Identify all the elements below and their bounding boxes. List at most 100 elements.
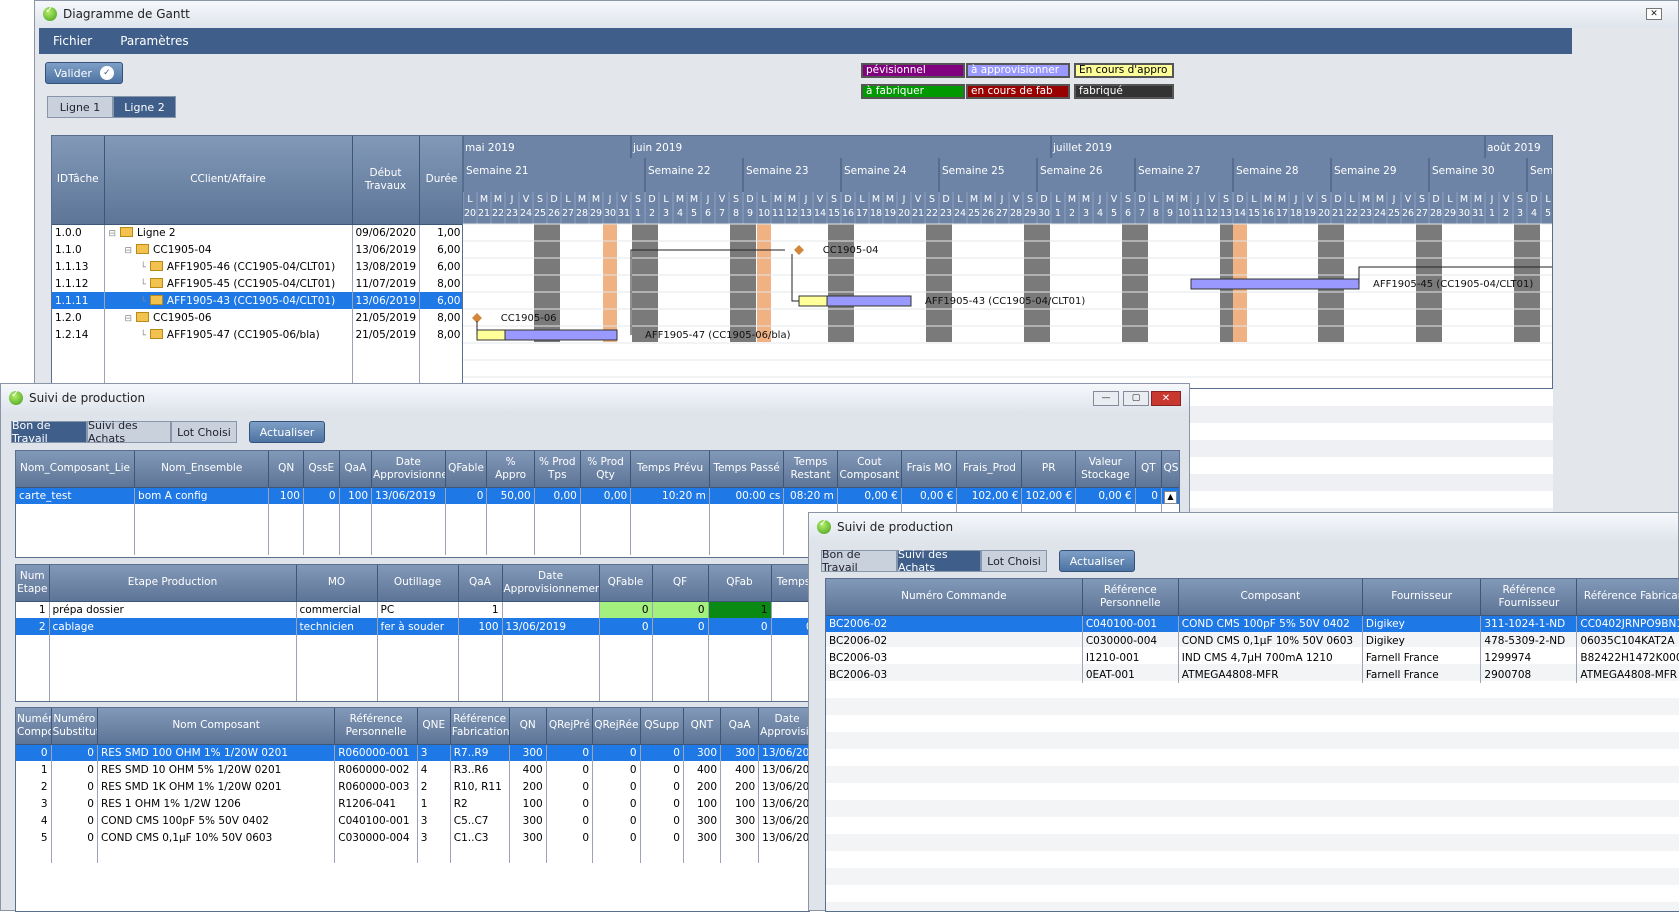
column-header[interactable]: QT	[1135, 451, 1162, 488]
tab-lot-choisi[interactable]: Lot Choisi	[981, 550, 1047, 572]
col-idtache[interactable]: IDTâche	[52, 136, 105, 225]
column-header[interactable]: QFab	[708, 565, 772, 602]
table-row[interactable]: BC2006-02 C030000-004 COND CMS 0,1µF 10% 5…	[826, 632, 1679, 649]
column-header[interactable]: QaA	[339, 451, 373, 488]
column-header[interactable]: % Prod Tps	[534, 451, 581, 488]
tree-expander-icon[interactable]: └	[141, 263, 146, 273]
tree-expander-icon[interactable]: └	[141, 331, 146, 341]
column-header[interactable]: Num Etape	[16, 565, 50, 602]
column-header[interactable]: Date Approvisionnement	[371, 451, 446, 488]
refresh-button[interactable]: Actualiser	[1059, 550, 1135, 572]
scroll-up-icon[interactable]: ▲	[1164, 491, 1177, 504]
column-header[interactable]: Numéro Substitut	[51, 708, 98, 745]
column-header[interactable]: QssE	[303, 451, 340, 488]
column-header[interactable]: Frais MO	[901, 451, 958, 488]
column-header[interactable]: Référence Fabricant	[1576, 579, 1679, 616]
menu-fichier[interactable]: Fichier	[53, 34, 92, 48]
column-header[interactable]: % Appro	[486, 451, 535, 488]
column-header[interactable]: QFable	[445, 451, 488, 488]
column-header[interactable]: QaA	[458, 565, 503, 602]
task-row[interactable]: 1.2.14 └ AFF1905-47 (CC1905-06/bla) 21/05/2…	[52, 326, 462, 343]
col-debut[interactable]: Début Travaux	[352, 136, 420, 225]
column-header[interactable]: Nom_Ensemble	[134, 451, 270, 488]
tab-suivi-achats[interactable]: Suivi des Achats	[897, 548, 981, 574]
table-row[interactable]: 1 0 RES SMD 10 OHM 5% 1/20W 0201 R060000-00…	[16, 761, 809, 778]
column-header[interactable]: Outillage	[377, 565, 459, 602]
column-header[interactable]: Cout Composant	[837, 451, 902, 488]
column-header[interactable]: Date Approvisionnement	[758, 708, 809, 745]
column-header[interactable]: Numéro Composant	[16, 708, 52, 745]
table-row[interactable]: 0 0 RES SMD 100 OHM 1% 1/20W 0201 R060000-0…	[16, 744, 809, 761]
column-header[interactable]: QSupp	[640, 708, 684, 745]
table-row[interactable]: 1 prépa dossier commercial PC 1 0 0 1	[16, 601, 809, 618]
tab-bon-de-travail[interactable]: Bon de Travail	[821, 548, 897, 574]
table-row[interactable]: 2 0 RES SMD 1K OHM 1% 1/20W 0201 R060000-00…	[16, 778, 809, 795]
column-header[interactable]: QS	[1161, 451, 1179, 488]
column-header[interactable]: QaA	[720, 708, 760, 745]
table-row[interactable]: BC2006-03 I1210-001 IND CMS 4,7µH 700mA 12…	[826, 649, 1679, 666]
table-row[interactable]: 4 0 COND CMS 100pF 5% 50V 0402 C040100-001 3…	[16, 812, 809, 829]
tab-lot-choisi[interactable]: Lot Choisi	[171, 421, 237, 443]
column-header[interactable]: Référence Fabrication	[450, 708, 510, 745]
column-header[interactable]: Temps Restant	[783, 451, 838, 488]
col-cclient[interactable]: CClient/Affaire	[104, 136, 353, 225]
tree-expander-icon[interactable]: ⊟	[125, 314, 133, 324]
gantt-bar[interactable]	[504, 329, 618, 341]
table-row[interactable]: carte_test bom A config 100 0 100 13/06/2019 0…	[16, 487, 1179, 504]
column-header[interactable]: Composant	[1178, 579, 1363, 616]
task-row[interactable]: 1.2.0 ⊟ CC1905-06 21/05/2019 8,00	[52, 309, 462, 326]
column-header[interactable]: Référence Fournisseur	[1480, 579, 1578, 616]
minimize-icon[interactable]: —	[1093, 391, 1119, 406]
column-header[interactable]: QN	[268, 451, 304, 488]
column-header[interactable]: Valeur Stockage	[1075, 451, 1136, 488]
column-header[interactable]: MO	[296, 565, 378, 602]
menu-parametres[interactable]: Paramètres	[120, 34, 188, 48]
column-header[interactable]: QF	[652, 565, 709, 602]
gantt-bar[interactable]	[826, 295, 912, 307]
column-header[interactable]: Date Approvisionnement	[502, 565, 600, 602]
table-row[interactable]: 5 0 COND CMS 0,1µF 10% 50V 0603 C030000-004…	[16, 829, 809, 846]
column-header[interactable]: Frais_Prod	[956, 451, 1023, 488]
tree-expander-icon[interactable]: └	[141, 280, 146, 290]
tree-expander-icon[interactable]: └	[141, 297, 146, 307]
column-header[interactable]: Temps Prévu	[630, 451, 710, 488]
milestone-diamond[interactable]	[794, 245, 804, 255]
tab-bon-de-travail[interactable]: Bon de Travail	[11, 419, 87, 445]
close-icon[interactable]: ✕	[1646, 8, 1662, 20]
column-header[interactable]: QRejPré	[546, 708, 594, 745]
close-icon[interactable]: ✕	[1151, 391, 1181, 406]
column-header[interactable]: Temps Passé	[709, 451, 785, 488]
gantt-bar[interactable]	[798, 295, 828, 307]
table-row[interactable]: 3 0 RES 1 OHM 1% 1/2W 1206 R1206-041 1 R2 100 0…	[16, 795, 809, 812]
column-header[interactable]: Fournisseur	[1362, 579, 1482, 616]
tab-suivi-achats[interactable]: Suivi des Achats	[87, 419, 171, 445]
refresh-button[interactable]: Actualiser	[249, 421, 325, 443]
tab-ligne-1[interactable]: Ligne 1	[47, 96, 113, 118]
col-duree[interactable]: Durée	[419, 136, 462, 225]
column-header[interactable]: Nom_Composant_Lie	[16, 451, 136, 488]
table-row[interactable]: BC2006-03 0EAT-001 ATMEGA4808-MFR Farnell F…	[826, 666, 1679, 683]
task-row[interactable]: 1.1.13 └ AFF1905-46 (CC1905-04/CLT01) 13/08…	[52, 258, 462, 275]
tree-expander-icon[interactable]: ⊟	[125, 246, 133, 256]
column-header[interactable]: QRejRée	[592, 708, 641, 745]
table-row[interactable]: BC2006-02 C040100-001 COND CMS 100pF 5% 50…	[826, 615, 1679, 632]
tab-ligne-2[interactable]: Ligne 2	[113, 96, 176, 118]
column-header[interactable]: QFable	[599, 565, 653, 602]
column-header[interactable]: PR	[1021, 451, 1076, 488]
task-row[interactable]: 1.1.12 └ AFF1905-45 (CC1905-04/CLT01) 11/07…	[52, 275, 462, 292]
column-header[interactable]: QN	[509, 708, 547, 745]
maximize-icon[interactable]: ▢	[1123, 391, 1149, 406]
column-header[interactable]: QNE	[417, 708, 451, 745]
column-header[interactable]: Temps	[771, 565, 809, 602]
tree-expander-icon[interactable]: ⊟	[109, 229, 117, 239]
task-row[interactable]: 1.1.0 ⊟ CC1905-04 13/06/2019 6,00	[52, 241, 462, 258]
column-header[interactable]: Référence Personnelle	[1082, 579, 1179, 616]
gantt-bar[interactable]	[476, 329, 506, 341]
column-header[interactable]: Nom Composant	[97, 708, 336, 745]
task-row[interactable]: 1.1.11 └ AFF1905-43 (CC1905-04/CLT01) 13/06…	[52, 292, 462, 309]
column-header[interactable]: QNT	[683, 708, 722, 745]
validate-button[interactable]: Valider ✓	[45, 62, 123, 84]
column-header[interactable]: % Prod Qty	[580, 451, 632, 488]
gantt-bar[interactable]	[1190, 278, 1360, 290]
task-row[interactable]: 1.0.0 ⊟ Ligne 2 09/06/2020 1,00	[52, 224, 462, 241]
